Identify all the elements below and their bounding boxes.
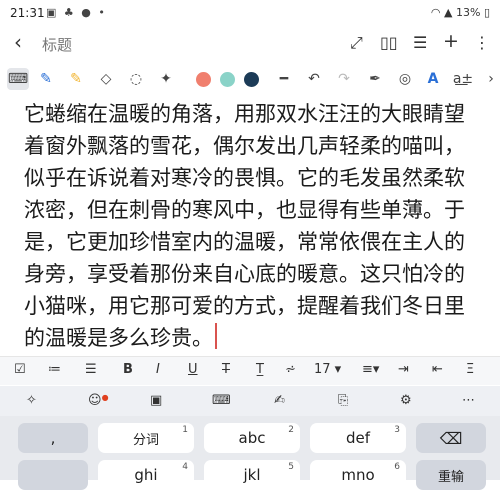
key-number: 2 [288, 425, 294, 435]
note-text: 它蜷缩在温暖的角落，用那双水汪汪的大眼睛望着窗外飘落的雪花，偶尔发出几声轻柔的喵… [24, 102, 465, 350]
key-label: abc [238, 429, 266, 447]
key-ghi[interactable]: ghi 4 [98, 460, 194, 490]
key-number: 1 [182, 425, 188, 435]
color-swatch-2[interactable] [216, 68, 238, 90]
outdent-icon[interactable]: ⇤ [432, 362, 443, 377]
undo-icon[interactable]: ↶ [303, 68, 325, 90]
text-convert-icon[interactable]: a͟± [452, 68, 474, 90]
key-number: 5 [288, 462, 294, 472]
italic-icon[interactable]: I [156, 362, 160, 377]
highlight-icon[interactable]: ⩫ [285, 362, 296, 377]
battery-level: 13% [455, 6, 481, 19]
keyboard: , 分词 1 abc 2 def 3 ⌫ ghi 4 jkl 5 mno 6 重输 [0, 416, 500, 490]
backspace-icon: ⌫ [439, 428, 463, 448]
key-label: , [50, 429, 56, 447]
expand-icon[interactable]: ⤢ [350, 33, 363, 53]
ai-tools-icon[interactable]: ✧ [26, 393, 37, 408]
book-view-icon[interactable]: ▯▯ [380, 33, 398, 52]
key-label: ghi [134, 466, 158, 484]
bullet-list-icon[interactable]: ☰ [85, 362, 97, 377]
color-dot-icon [195, 71, 211, 87]
key-mno[interactable]: mno 6 [310, 460, 406, 490]
align-icon[interactable]: ≡▾ [362, 362, 379, 377]
key-label: 重输 [437, 469, 464, 485]
text-color-icon[interactable]: T̲ [256, 362, 264, 377]
notification-icons: ▣ ♣ ● • [46, 6, 107, 19]
color-dot-icon [243, 71, 259, 87]
key-comma[interactable]: , [18, 423, 88, 453]
key-number: 6 [394, 462, 400, 472]
pen-icon[interactable]: ✎ [35, 68, 57, 90]
key-reenter[interactable]: 重输 [416, 460, 486, 490]
text-cursor [215, 323, 217, 349]
sticker-icon[interactable]: ▣ [150, 393, 162, 408]
indent-icon[interactable]: ⇥ [398, 362, 409, 377]
numbered-list-icon[interactable]: ≔ [48, 362, 61, 377]
back-icon[interactable]: ‹ [14, 30, 22, 54]
signal-icon: ▲ [444, 6, 453, 19]
bold-icon[interactable]: B [123, 362, 133, 377]
color-dot-icon [219, 71, 235, 87]
status-right: ◠ ▲ 13% ▯ [431, 6, 490, 19]
highlighter-icon[interactable]: ✎ [65, 68, 87, 90]
text-style-icon[interactable]: A [422, 68, 444, 90]
underline-icon[interactable]: U [188, 362, 198, 377]
settings-icon[interactable]: ⚙ [400, 393, 412, 408]
color-swatch-1[interactable] [192, 68, 214, 90]
notification-dot-icon: ● [101, 393, 109, 402]
redo-icon: ↷ [338, 71, 350, 87]
note-body[interactable]: 它蜷缩在温暖的角落，用那双水汪汪的大眼睛望着窗外飘落的雪花，偶尔发出几声轻柔的喵… [24, 98, 484, 354]
key-number: 4 [182, 462, 188, 472]
backspace-key[interactable]: ⌫ [416, 423, 486, 453]
keyboard-toolbar: ✧ ☺● ▣ ⌨ ✍ ⎘ ⚙ ⋯ [0, 386, 500, 416]
fill-icon[interactable]: ◎ [394, 68, 416, 90]
lasso-icon[interactable]: ◌ [125, 68, 147, 90]
shape-pen-icon[interactable]: ✒ [364, 68, 386, 90]
status-time: 21:31 [10, 6, 45, 20]
format-more-icon[interactable]: Ξ [466, 362, 474, 377]
eraser-icon[interactable]: ◇ [95, 68, 117, 90]
key-label: jkl [243, 466, 261, 484]
key-def[interactable]: def 3 [310, 423, 406, 453]
page-icon[interactable]: ☰ [413, 33, 427, 52]
checkbox-icon[interactable]: ☑ [14, 362, 26, 377]
more-icon[interactable]: ⋮ [474, 33, 490, 52]
keyboard-layout-icon[interactable]: ⌨ [212, 393, 231, 408]
more-tools-icon[interactable]: › [480, 68, 500, 90]
key-abc[interactable]: abc 2 [204, 423, 300, 453]
emoji-icon[interactable]: ☺● [88, 393, 109, 408]
key-label: mno [341, 466, 375, 484]
font-size-value: 17 [314, 362, 331, 377]
stroke-width-icon[interactable]: ━ [273, 68, 295, 90]
format-bar: ☑ ≔ ☰ B I U T T̲ ⩫ 17 ▾ ≡▾ ⇥ ⇤ Ξ [0, 356, 500, 385]
clipboard-icon[interactable]: ⎘ [338, 393, 348, 408]
color-swatch-3[interactable] [240, 68, 262, 90]
status-bar: 21:31 ▣ ♣ ● • ◠ ▲ 13% ▯ [0, 0, 500, 28]
key-label: def [345, 429, 371, 447]
key-jkl[interactable]: jkl 5 [204, 460, 300, 490]
battery-icon: ▯ [483, 6, 490, 19]
wifi-icon: ◠ [430, 6, 441, 19]
add-icon[interactable]: + [443, 30, 459, 52]
title-bar: ‹ 标题 ⤢ ▯▯ ☰ + ⋮ [0, 28, 500, 58]
selection-icon[interactable]: ✦ [155, 68, 177, 90]
handwriting-icon[interactable]: ✍ [274, 393, 285, 408]
key-fenci[interactable]: 分词 1 [98, 423, 194, 453]
key-label: 分词 [132, 432, 159, 448]
drawing-toolbar: ⌨ ✎ ✎ ◇ ◌ ✦ ━ ↶ ↷ ✒ ◎ A a͟± › [0, 64, 500, 94]
title-input[interactable]: 标题 [42, 34, 72, 55]
key-symbol[interactable] [18, 460, 88, 490]
strikethrough-icon[interactable]: T [222, 362, 230, 377]
keyboard-icon[interactable]: ⌨ [7, 68, 29, 90]
key-number: 3 [394, 425, 400, 435]
font-size-select[interactable]: 17 ▾ [314, 362, 341, 377]
keyboard-more-icon[interactable]: ⋯ [462, 393, 475, 408]
